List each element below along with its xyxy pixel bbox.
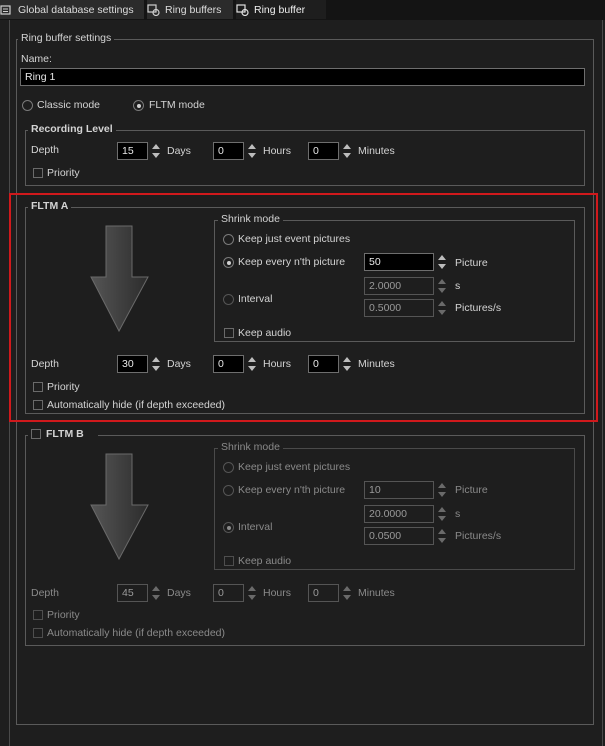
fltm-b-minutes-input[interactable]: 0 <box>308 584 339 602</box>
down-arrow-icon <box>90 453 150 564</box>
fltm-b-days-input[interactable]: 45 <box>117 584 148 602</box>
days-label: Days <box>167 145 191 157</box>
fltm-b-interval-seconds-spinner[interactable] <box>437 505 447 523</box>
priority-label: Priority <box>47 167 80 179</box>
recording-hours-input[interactable]: 0 <box>213 142 244 160</box>
classic-mode-label: Classic mode <box>37 99 101 111</box>
seconds-label: s <box>455 508 461 520</box>
keep-audio-label: Keep audio <box>238 555 292 567</box>
fltm-b-minutes-spinner[interactable] <box>342 584 352 602</box>
minutes-label: Minutes <box>358 587 395 599</box>
depth-label: Depth <box>31 144 60 156</box>
nth-picture-label: Keep every n'th picture <box>238 484 346 496</box>
interval-label: Interval <box>238 521 273 533</box>
database-settings-icon <box>0 4 13 16</box>
name-field[interactable]: Ring 1 <box>20 68 585 86</box>
tab-ring-buffers[interactable]: Ring buffers <box>147 0 233 19</box>
ring-buffer-icon <box>236 3 249 16</box>
tab-global-database-settings[interactable]: Global database settings <box>0 0 144 19</box>
hours-label: Hours <box>263 587 292 599</box>
picture-label: Picture <box>455 484 488 496</box>
recording-days-input[interactable]: 15 <box>117 142 148 160</box>
depth-label: Depth <box>31 587 60 599</box>
fltm-b-days-spinner[interactable] <box>151 584 161 602</box>
shrink-mode-title: Shrink mode <box>218 441 283 453</box>
fltm-b-title: FLTM B <box>46 428 84 440</box>
name-label: Name: <box>21 53 52 65</box>
recording-minutes-input[interactable]: 0 <box>308 142 339 160</box>
days-label: Days <box>167 587 191 599</box>
fltm-mode-radio[interactable] <box>133 100 144 111</box>
tab-ring-buffer[interactable]: Ring buffer <box>236 0 326 19</box>
group-title: Ring buffer settings <box>18 32 115 44</box>
highlight-box <box>9 193 598 422</box>
fltm-b-interval-seconds-input[interactable]: 20.0000 <box>364 505 434 523</box>
pictures-per-second-label: Pictures/s <box>455 530 502 542</box>
fltm-b-autohide-checkbox[interactable] <box>33 628 43 638</box>
fltm-b-interval-rate-input[interactable]: 0.0500 <box>364 527 434 545</box>
recording-priority-checkbox[interactable] <box>33 168 43 178</box>
tab-label: Global database settings <box>18 3 134 16</box>
tab-bar: Global database settings Ring buffers Ri… <box>0 0 605 20</box>
fltm-b-hours-spinner[interactable] <box>247 584 257 602</box>
fltm-b-nth-spinner[interactable] <box>437 481 447 499</box>
autohide-label: Automatically hide (if depth exceeded) <box>47 627 226 639</box>
tab-label: Ring buffers <box>165 3 222 16</box>
hours-label: Hours <box>263 145 292 157</box>
fltm-mode-label: FLTM mode <box>149 99 205 111</box>
fltm-b-keep-audio-checkbox[interactable] <box>224 556 234 566</box>
fltm-b-hours-input[interactable]: 0 <box>213 584 244 602</box>
recording-hours-spinner[interactable] <box>247 142 257 160</box>
fltm-b-interval-radio[interactable] <box>223 522 234 533</box>
minutes-label: Minutes <box>358 145 395 157</box>
priority-label: Priority <box>47 609 80 621</box>
recording-level-group <box>25 130 585 186</box>
recording-minutes-spinner[interactable] <box>342 142 352 160</box>
event-pictures-label: Keep just event pictures <box>238 461 351 473</box>
fltm-b-priority-checkbox[interactable] <box>33 610 43 620</box>
classic-mode-radio[interactable] <box>22 100 33 111</box>
fltm-b-enable-checkbox[interactable] <box>31 429 41 439</box>
recording-level-title: Recording Level <box>28 123 116 135</box>
fltm-b-nth-picture-radio[interactable] <box>223 485 234 496</box>
tab-label: Ring buffer <box>254 3 306 16</box>
fltm-b-event-pictures-radio[interactable] <box>223 462 234 473</box>
fltm-b-nth-input[interactable]: 10 <box>364 481 434 499</box>
recording-days-spinner[interactable] <box>151 142 161 160</box>
ring-buffers-icon <box>147 3 160 16</box>
fltm-b-interval-rate-spinner[interactable] <box>437 527 447 545</box>
